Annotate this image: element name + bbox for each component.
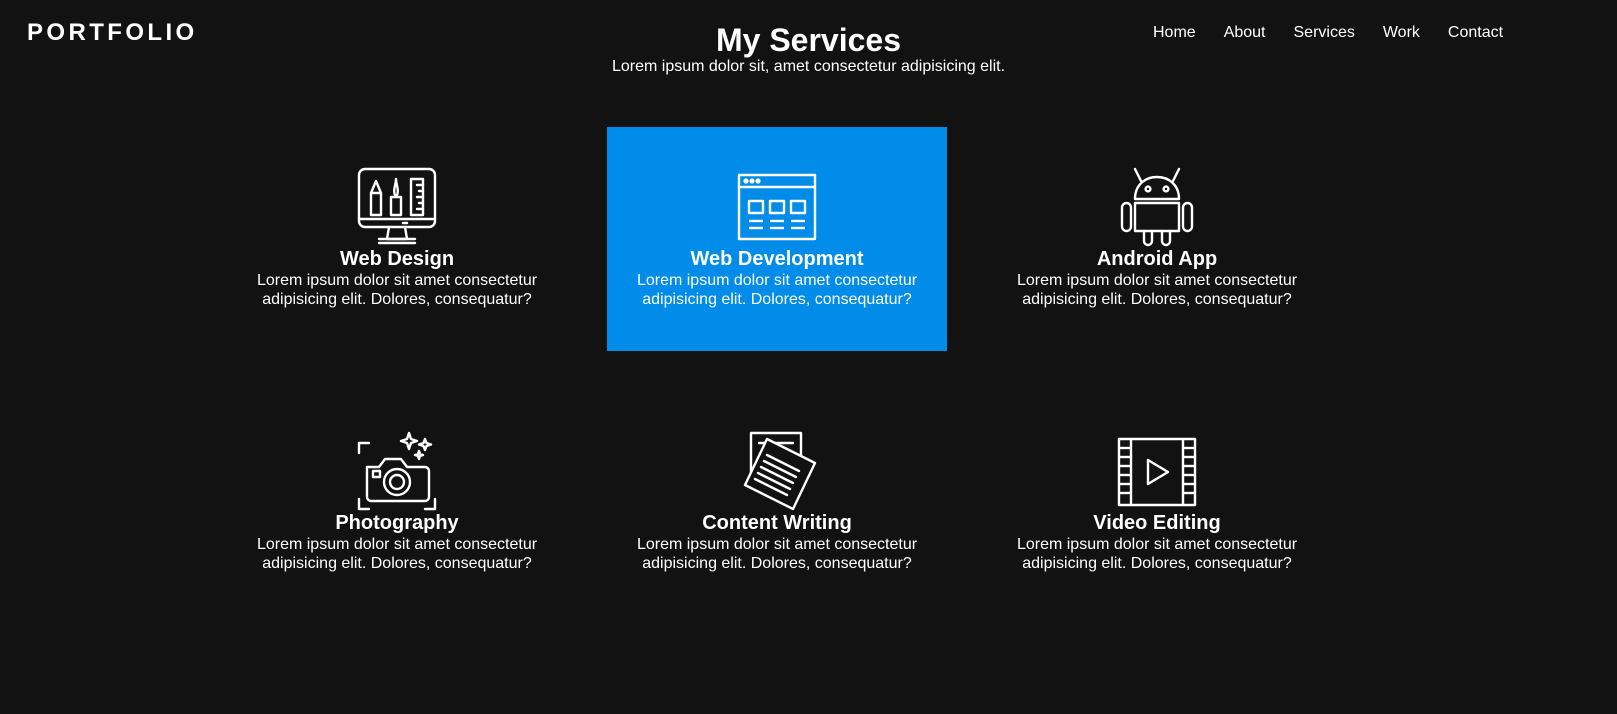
nav-contact-link[interactable]: Contact xyxy=(1448,22,1503,44)
service-description: Lorem ipsum dolor sit amet consectetur a… xyxy=(256,536,538,572)
service-title: Android App xyxy=(1096,248,1218,270)
service-title: Content Writing xyxy=(702,512,852,534)
service-title: Photography xyxy=(335,512,459,534)
nav-work-link[interactable]: Work xyxy=(1383,22,1420,44)
page-subtitle: Lorem ipsum dolor sit, amet consectetur … xyxy=(611,58,1006,75)
camera-icon xyxy=(357,431,437,511)
service-card-android-app[interactable]: Android App Lorem ipsum dolor sit amet c… xyxy=(987,127,1327,351)
film-play-icon xyxy=(1117,431,1197,511)
service-card-web-development[interactable]: Web Development Lorem ipsum dolor sit am… xyxy=(607,127,947,351)
service-title: Web Development xyxy=(690,248,864,270)
monitor-design-tools-icon xyxy=(357,167,437,247)
service-title: Video Editing xyxy=(1093,512,1221,534)
main-nav: Home About Services Work Contact xyxy=(1153,22,1531,44)
service-description: Lorem ipsum dolor sit amet consectetur a… xyxy=(256,272,538,308)
service-card-content-writing[interactable]: Content Writing Lorem ipsum dolor sit am… xyxy=(607,391,947,615)
service-card-photography[interactable]: Photography Lorem ipsum dolor sit amet c… xyxy=(227,391,567,615)
android-robot-icon xyxy=(1117,167,1197,247)
nav-home-link[interactable]: Home xyxy=(1153,22,1196,44)
service-description: Lorem ipsum dolor sit amet consectetur a… xyxy=(1016,272,1298,308)
nav-about-link[interactable]: About xyxy=(1224,22,1266,44)
service-description: Lorem ipsum dolor sit amet consectetur a… xyxy=(1016,536,1298,572)
service-title: Web Design xyxy=(339,248,455,270)
documents-icon xyxy=(737,431,817,511)
browser-window-icon xyxy=(737,167,817,247)
service-card-web-design[interactable]: Web Design Lorem ipsum dolor sit amet co… xyxy=(227,127,567,351)
service-description: Lorem ipsum dolor sit amet consectetur a… xyxy=(636,272,918,308)
service-description: Lorem ipsum dolor sit amet consectetur a… xyxy=(636,536,918,572)
service-card-video-editing[interactable]: Video Editing Lorem ipsum dolor sit amet… xyxy=(987,391,1327,615)
nav-services-link[interactable]: Services xyxy=(1294,22,1355,44)
